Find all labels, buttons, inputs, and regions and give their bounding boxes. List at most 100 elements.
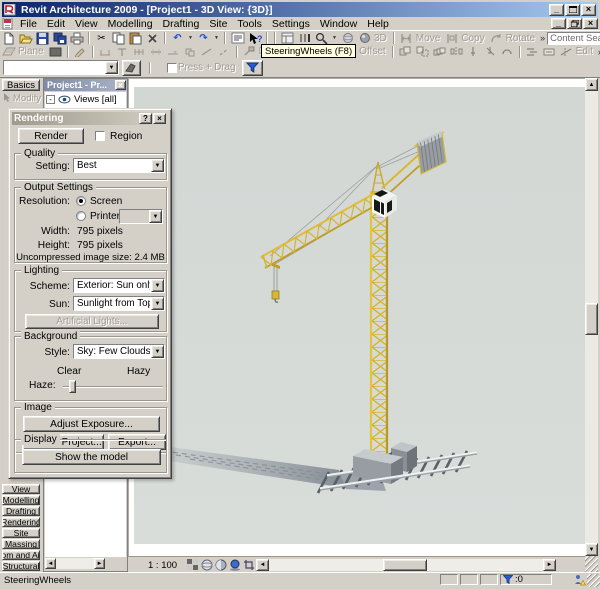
unpin-icon[interactable]: [482, 45, 499, 59]
type-selector-dropdown-icon[interactable]: ▼: [105, 61, 118, 74]
delete-icon[interactable]: [144, 31, 161, 45]
section-icon[interactable]: [148, 45, 165, 59]
save-all-icon[interactable]: [51, 31, 68, 45]
rendering-dialog-titlebar[interactable]: Rendering ? ×: [12, 112, 168, 125]
show-model-button[interactable]: Show the model: [22, 449, 161, 465]
warning-icon[interactable]: [574, 574, 587, 589]
rotate-icon[interactable]: [488, 31, 505, 45]
close-button[interactable]: ×: [581, 3, 596, 16]
paint-edit-icon[interactable]: [541, 45, 558, 59]
tree-expander-icon[interactable]: -: [46, 95, 55, 104]
maximize-button[interactable]: [565, 3, 580, 16]
view-scale[interactable]: 1 : 100: [148, 560, 177, 571]
menu-help[interactable]: Help: [362, 18, 394, 30]
work-plane-icon[interactable]: [0, 45, 17, 59]
menu-file[interactable]: File: [15, 18, 42, 30]
mdi-close-button[interactable]: ×: [583, 18, 598, 29]
shaded-sphere-icon[interactable]: [356, 31, 373, 45]
linework-icon[interactable]: [229, 31, 246, 45]
menu-site[interactable]: Site: [204, 18, 232, 30]
move-icon[interactable]: [398, 31, 415, 45]
filter-count-cell[interactable]: :0: [500, 574, 552, 585]
rendered-3d-view[interactable]: [134, 87, 585, 544]
menu-window[interactable]: Window: [315, 18, 362, 30]
ungroup-icon[interactable]: [414, 45, 431, 59]
quality-dropdown-icon[interactable]: ▼: [151, 159, 164, 172]
grid-icon[interactable]: [131, 45, 148, 59]
printer-dpi-dropdown-icon[interactable]: ▼: [149, 210, 162, 223]
region-checkbox[interactable]: [95, 131, 105, 141]
design-tab-view[interactable]: View: [2, 484, 40, 494]
shadows-icon[interactable]: [228, 558, 241, 571]
menu-modelling[interactable]: Modelling: [103, 18, 158, 30]
drawing-area[interactable]: [128, 78, 585, 556]
haze-slider-thumb[interactable]: [69, 380, 76, 393]
scroll-down-icon[interactable]: ▼: [585, 543, 598, 556]
wall-swatch-icon[interactable]: [47, 45, 64, 59]
menu-tools[interactable]: Tools: [232, 18, 267, 30]
lighting-scheme-combo[interactable]: Exterior: Sun only ▼: [73, 278, 165, 293]
menu-view[interactable]: View: [70, 18, 103, 30]
render-button[interactable]: Render: [18, 128, 84, 144]
toolbar-overflow-chevron-icon[interactable]: »: [540, 33, 545, 43]
filter-select-button[interactable]: [242, 59, 264, 76]
design-tab-modelling[interactable]: Modelling: [2, 495, 40, 505]
split-edit-icon[interactable]: [558, 45, 575, 59]
help-mode-icon[interactable]: ?: [246, 31, 263, 45]
element-properties-button[interactable]: [122, 59, 141, 76]
redo-dropdown-icon[interactable]: ▼: [212, 31, 221, 45]
dimension-icon[interactable]: [97, 45, 114, 59]
menu-drafting[interactable]: Drafting: [158, 18, 205, 30]
rotate-label[interactable]: Rotate: [506, 33, 535, 44]
text-note-icon[interactable]: [114, 45, 131, 59]
design-tab-rendering[interactable]: Rendering: [2, 517, 40, 527]
lines-icon[interactable]: [199, 45, 216, 59]
canvas-vscrollbar[interactable]: ▲ ▼: [585, 78, 598, 556]
scroll-right-icon[interactable]: ►: [94, 558, 105, 569]
copy-tool-label[interactable]: Copy: [461, 33, 484, 44]
resize-grip[interactable]: [587, 574, 600, 587]
quality-setting-combo[interactable]: Best ▼: [73, 158, 165, 173]
copy-icon[interactable]: [110, 31, 127, 45]
design-tab-massing[interactable]: Massing: [2, 539, 40, 549]
group-icon[interactable]: [397, 45, 414, 59]
linework-edit-icon[interactable]: [524, 45, 541, 59]
array-icon[interactable]: [431, 45, 448, 59]
menu-edit[interactable]: Edit: [42, 18, 70, 30]
scroll-track[interactable]: [56, 558, 94, 569]
crop-view-icon[interactable]: [242, 558, 255, 571]
orbit-sphere-icon[interactable]: [339, 31, 356, 45]
background-style-combo[interactable]: Sky: Few Clouds ▼: [73, 344, 165, 359]
style-dropdown-icon[interactable]: ▼: [151, 345, 164, 358]
ref-plane-icon[interactable]: [216, 45, 233, 59]
sketch-pencil-icon[interactable]: [72, 45, 89, 59]
offset-label[interactable]: Offset: [359, 46, 386, 57]
match-icon[interactable]: [499, 45, 516, 59]
graphics-style-icon[interactable]: [200, 558, 213, 571]
type-selector-combo[interactable]: ▼: [3, 60, 119, 75]
design-tab-drafting[interactable]: Drafting: [2, 506, 40, 516]
vscroll-thumb[interactable]: [585, 303, 598, 335]
plane-label[interactable]: Plane: [18, 46, 44, 57]
move-label[interactable]: Move: [416, 33, 440, 44]
content-search-input[interactable]: [548, 32, 600, 44]
undo-icon[interactable]: ↶: [169, 31, 186, 45]
mirror-icon[interactable]: [448, 45, 465, 59]
project-browser-titlebar[interactable]: Project1 - Pr... ×: [44, 79, 127, 91]
design-tab-structural[interactable]: Structural: [2, 561, 40, 571]
hscroll-right-icon[interactable]: ►: [543, 559, 556, 571]
cut-icon[interactable]: ✂: [93, 31, 110, 45]
pin-icon[interactable]: [465, 45, 482, 59]
resolution-printer-radio[interactable]: [76, 211, 86, 221]
new-document-icon[interactable]: [0, 31, 17, 45]
mdi-restore-button[interactable]: [567, 18, 582, 29]
hscroll-left-icon[interactable]: ◄: [256, 559, 269, 571]
print-icon[interactable]: [68, 31, 85, 45]
sun-dropdown-icon[interactable]: ▼: [151, 297, 164, 310]
demolish-icon[interactable]: [241, 45, 258, 59]
undo-dropdown-icon[interactable]: ▼: [186, 31, 195, 45]
minimize-button[interactable]: _: [549, 3, 564, 16]
adjust-exposure-button[interactable]: Adjust Exposure...: [23, 416, 160, 432]
tree-node-views[interactable]: - Views [all]: [45, 92, 126, 107]
project-document-icon[interactable]: [2, 17, 15, 30]
